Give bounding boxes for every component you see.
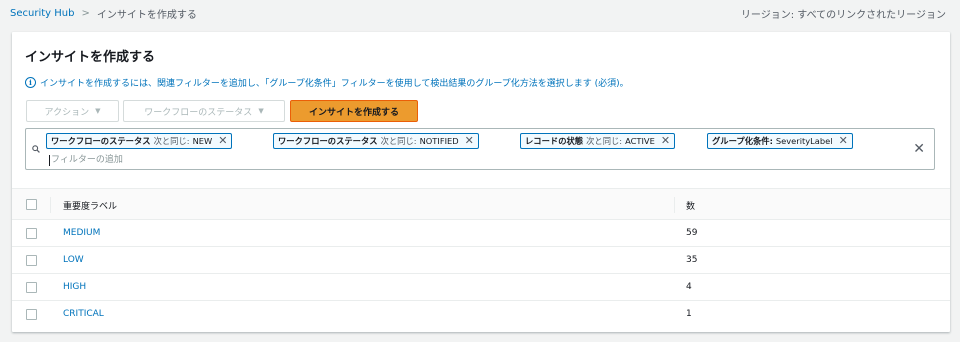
column-divider	[50, 197, 51, 213]
table-header: 重要度ラベル 数	[12, 188, 950, 220]
severity-label-link[interactable]: LOW	[63, 255, 84, 265]
clear-filters-icon[interactable]: ✕	[913, 141, 925, 157]
column-header-severity-label[interactable]: 重要度ラベル	[63, 199, 117, 212]
add-filter-input[interactable]: フィルターの追加	[49, 155, 123, 166]
chevron-right-icon: >	[81, 8, 90, 19]
filter-bar[interactable]: ワークフローのステータス 次と同じ: NEW ✕ ワークフローのステータス 次と…	[25, 128, 935, 170]
region-indicator: リージョン: すべてのリンクされたリージョン	[740, 10, 946, 21]
count-value: 1	[686, 309, 692, 319]
remove-filter-icon[interactable]: ✕	[661, 135, 670, 146]
create-insight-label: インサイトを作成する	[308, 107, 399, 118]
row-checkbox[interactable]	[26, 255, 37, 266]
workflow-status-dropdown-button[interactable]: ワークフローのステータス ▼	[123, 100, 285, 122]
remove-filter-icon[interactable]: ✕	[465, 135, 474, 146]
table-row: MEDIUM 59	[12, 220, 950, 247]
filter-chip[interactable]: ワークフローのステータス 次と同じ: NOTIFIED ✕	[273, 133, 479, 149]
column-divider	[674, 197, 675, 213]
filter-chip[interactable]: ワークフローのステータス 次と同じ: NEW ✕	[46, 133, 233, 149]
filter-operator: 次と同じ:	[153, 136, 190, 146]
filter-value: ACTIVE	[625, 136, 655, 146]
action-dropdown-button[interactable]: アクション ▼	[26, 100, 119, 122]
filter-field: レコードの状態	[525, 136, 584, 146]
create-insight-button[interactable]: インサイトを作成する	[290, 100, 418, 122]
caret-down-icon: ▼	[95, 107, 101, 115]
select-all-checkbox[interactable]	[26, 199, 37, 210]
filter-chip[interactable]: グループ化条件: SeverityLabel ✕	[707, 133, 853, 149]
top-bar: Security Hub > インサイトを作成する リージョン: すべてのリンク…	[0, 0, 960, 24]
breadcrumb: Security Hub > インサイトを作成する	[10, 6, 197, 21]
filter-value: SeverityLabel	[775, 136, 833, 146]
remove-filter-icon[interactable]: ✕	[218, 135, 227, 146]
filter-chip[interactable]: レコードの状態 次と同じ: ACTIVE ✕	[520, 133, 676, 149]
create-insight-panel: インサイトを作成する i インサイトを作成するには、関連フィルターを追加し、「グ…	[12, 32, 950, 332]
info-text: インサイトを作成するには、関連フィルターを追加し、「グループ化条件」フィルターを…	[40, 79, 629, 89]
column-header-count[interactable]: 数	[686, 199, 695, 212]
info-icon: i	[25, 77, 36, 88]
breadcrumb-current: インサイトを作成する	[96, 10, 197, 21]
action-label: アクション	[44, 107, 90, 118]
info-message: i インサイトを作成するには、関連フィルターを追加し、「グループ化条件」フィルタ…	[25, 76, 629, 89]
severity-label-link[interactable]: CRITICAL	[63, 309, 104, 319]
filter-operator: 次と同じ:	[586, 136, 623, 146]
severity-label-link[interactable]: HIGH	[63, 282, 86, 292]
row-checkbox[interactable]	[26, 282, 37, 293]
page-title: インサイトを作成する	[25, 50, 156, 65]
count-value: 4	[686, 282, 692, 292]
table-row: HIGH 4	[12, 274, 950, 301]
filter-field: ワークフローのステータス	[51, 136, 151, 146]
table-row: LOW 35	[12, 247, 950, 274]
remove-filter-icon[interactable]: ✕	[839, 135, 848, 146]
search-icon	[32, 145, 40, 153]
filter-value: NEW	[192, 136, 213, 146]
breadcrumb-security-hub-link[interactable]: Security Hub	[10, 8, 74, 19]
row-checkbox[interactable]	[26, 309, 37, 320]
filter-value: NOTIFIED	[419, 136, 459, 146]
filter-operator: 次と同じ:	[380, 136, 417, 146]
filter-field: グループ化条件:	[712, 136, 773, 146]
row-checkbox[interactable]	[26, 228, 37, 239]
table-row: CRITICAL 1	[12, 301, 950, 328]
severity-label-link[interactable]: MEDIUM	[63, 228, 100, 238]
filter-field: ワークフローのステータス	[278, 136, 378, 146]
workflow-status-label: ワークフローのステータス	[144, 107, 253, 118]
count-value: 59	[686, 228, 698, 238]
count-value: 35	[686, 255, 698, 265]
caret-down-icon: ▼	[258, 107, 264, 115]
